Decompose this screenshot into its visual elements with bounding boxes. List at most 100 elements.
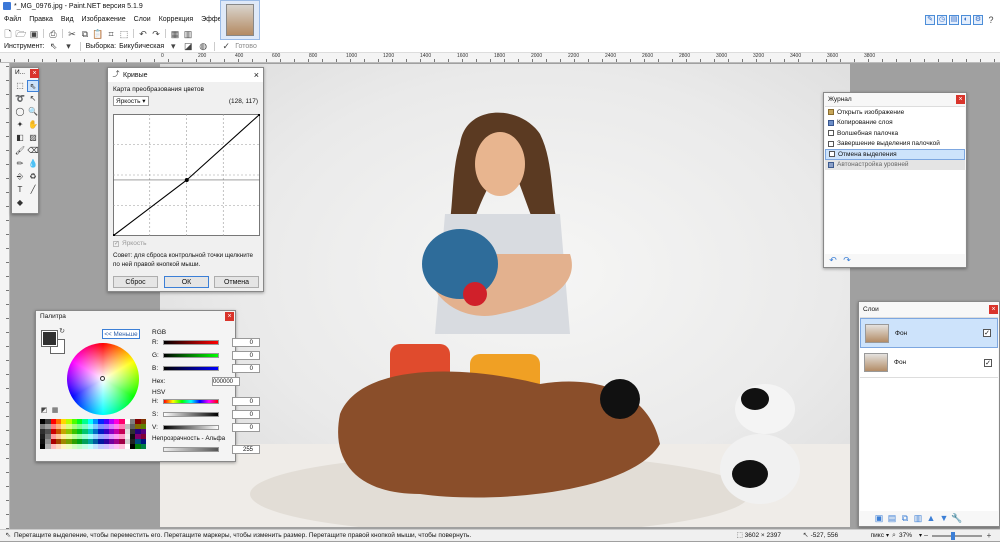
eraser-icon[interactable]: ⌫ — [27, 145, 39, 157]
layer-row[interactable]: Фон ✓ — [860, 348, 998, 378]
move-layer-down-icon[interactable]: ▼ — [938, 512, 950, 524]
save-icon[interactable]: ▣ — [28, 28, 40, 40]
paintbrush-icon[interactable]: 🖌 — [14, 145, 26, 157]
color-picker-icon[interactable]: 💧 — [27, 158, 39, 170]
chevron-down-icon[interactable]: ▾ — [167, 40, 179, 52]
color-wheel-cursor[interactable] — [100, 376, 105, 381]
zoom-out-icon[interactable]: − — [922, 530, 930, 542]
history-item[interactable]: Завершение выделения палочкой — [825, 139, 965, 150]
layer-row-selected[interactable]: Фон ✓ — [860, 318, 998, 348]
chevron-down-icon[interactable]: ▾ — [63, 40, 75, 52]
sampling-dropdown[interactable]: Бикубическая — [119, 43, 164, 50]
clone-stamp-icon[interactable]: ⎆ — [14, 171, 26, 183]
menu-file[interactable]: Файл — [4, 16, 21, 23]
history-item-selected[interactable]: Отмена выделения — [825, 149, 965, 160]
history-item[interactable]: Автонастройка уровней — [825, 159, 965, 170]
menu-view[interactable]: Вид — [61, 16, 74, 23]
pan-icon[interactable]: ✋ — [27, 119, 39, 131]
add-layer-icon[interactable]: ▣ — [873, 512, 885, 524]
lasso-icon[interactable]: ➰ — [14, 93, 26, 105]
history-item[interactable]: Открыть изображение — [825, 107, 965, 118]
ok-button[interactable]: ОК — [164, 276, 209, 288]
saturation-slider[interactable] — [163, 412, 219, 417]
settings-icon[interactable]: ⚙ — [973, 14, 983, 25]
open-file-icon[interactable]: 🗁 — [15, 28, 27, 40]
blend-mode-icon[interactable]: ◪ — [182, 40, 194, 52]
blue-input[interactable]: 0 — [232, 364, 260, 373]
close-icon[interactable]: × — [225, 312, 234, 321]
gradient-icon[interactable]: ▨ — [27, 132, 39, 144]
undo-icon[interactable]: ↶ — [137, 28, 149, 40]
zoom-slider[interactable] — [932, 531, 982, 540]
palette-menu-icon[interactable]: ▦ — [51, 407, 59, 415]
history-item[interactable]: Волшебная палочка — [825, 128, 965, 139]
new-file-icon[interactable]: 🗋 — [2, 28, 14, 40]
layers-toggle-icon[interactable]: ▤ — [949, 14, 959, 25]
blue-slider[interactable] — [163, 366, 219, 371]
ruler-toggle-icon[interactable]: ▥ — [182, 28, 194, 40]
primary-color-swatch[interactable] — [41, 330, 58, 347]
menu-adjustments[interactable]: Коррекция — [159, 16, 193, 23]
curves-mode-dropdown[interactable]: Яркость ▾ — [113, 96, 149, 106]
opacity-input[interactable]: 255 — [232, 445, 260, 454]
opacity-slider[interactable] — [163, 447, 219, 452]
red-slider[interactable] — [163, 340, 219, 345]
paint-bucket-icon[interactable]: ◧ — [14, 132, 26, 144]
ellipse-select-icon[interactable]: ◯ — [14, 106, 26, 118]
luminosity-checkbox[interactable]: ✓ — [113, 240, 119, 247]
deselect-icon[interactable]: ⬚ — [118, 28, 130, 40]
hue-slider[interactable] — [163, 399, 219, 404]
curves-graph[interactable] — [113, 114, 260, 236]
menu-layers[interactable]: Слои — [134, 16, 151, 23]
layer-properties-icon[interactable]: 🔧 — [951, 512, 963, 524]
magic-wand-icon[interactable]: ✦ — [14, 119, 26, 131]
delete-layer-icon[interactable]: ▤ — [886, 512, 898, 524]
close-icon[interactable]: × — [254, 70, 259, 80]
value-slider[interactable] — [163, 425, 219, 430]
redo-icon[interactable]: ↷ — [841, 254, 853, 266]
move-selection-icon[interactable]: ↖ — [27, 93, 39, 105]
rect-select-icon[interactable]: ⬚ — [14, 80, 26, 92]
move-selected-icon[interactable]: ⇖ — [27, 80, 39, 92]
grid-icon[interactable]: ▦ — [169, 28, 181, 40]
antialias-icon[interactable]: ◍ — [197, 40, 209, 52]
swap-colors-icon[interactable]: ↻ — [58, 328, 66, 336]
help-icon[interactable]: ? — [985, 14, 997, 26]
layer-visibility-checkbox[interactable]: ✓ — [984, 358, 992, 367]
tools-toggle-icon[interactable]: ✎ — [925, 14, 935, 25]
merge-layer-icon[interactable]: ▥ — [912, 512, 924, 524]
less-button[interactable]: << Меньше — [102, 329, 140, 339]
saturation-input[interactable]: 0 — [232, 410, 260, 419]
text-icon[interactable]: T — [14, 184, 26, 196]
red-input[interactable]: 0 — [232, 338, 260, 347]
menu-image[interactable]: Изображение — [82, 16, 126, 23]
move-layer-up-icon[interactable]: ▲ — [925, 512, 937, 524]
zoom-in-icon[interactable]: + — [984, 530, 994, 542]
luminosity-checkbox-row[interactable]: ✓ Яркость — [113, 240, 146, 247]
cut-icon[interactable]: ✂ — [66, 28, 78, 40]
pencil-icon[interactable]: ✏ — [14, 158, 26, 170]
zoom-icon[interactable]: 🔍 — [27, 106, 39, 118]
recolor-icon[interactable]: ♻ — [27, 171, 39, 183]
close-icon[interactable]: × — [30, 69, 39, 78]
reset-button[interactable]: Сброс — [113, 276, 158, 288]
curves-control-point[interactable] — [184, 177, 189, 182]
crop-icon[interactable]: ⌗ — [105, 28, 117, 40]
history-toggle-icon[interactable]: ◷ — [937, 14, 947, 25]
units-dropdown[interactable]: пикс — [871, 532, 884, 539]
hue-input[interactable]: 0 — [232, 397, 260, 406]
value-input[interactable]: 0 — [232, 423, 260, 432]
shapes-icon[interactable]: ◆ — [14, 197, 26, 209]
redo-icon[interactable]: ↷ — [150, 28, 162, 40]
menu-edit[interactable]: Правка — [29, 16, 53, 23]
line-icon[interactable]: ╱ — [27, 184, 39, 196]
default-colors-icon[interactable]: ◩ — [40, 407, 48, 415]
duplicate-layer-icon[interactable]: ⧉ — [899, 512, 911, 524]
done-button[interactable]: Готово — [235, 43, 257, 50]
colors-toggle-icon[interactable]: ◐ — [961, 14, 971, 25]
palette-swatches[interactable] — [40, 419, 146, 449]
layer-visibility-checkbox[interactable]: ✓ — [983, 329, 991, 337]
move-selection-icon[interactable]: ⇖ — [48, 40, 60, 52]
print-icon[interactable]: ⎙ — [47, 28, 59, 40]
undo-icon[interactable]: ↶ — [827, 254, 839, 266]
